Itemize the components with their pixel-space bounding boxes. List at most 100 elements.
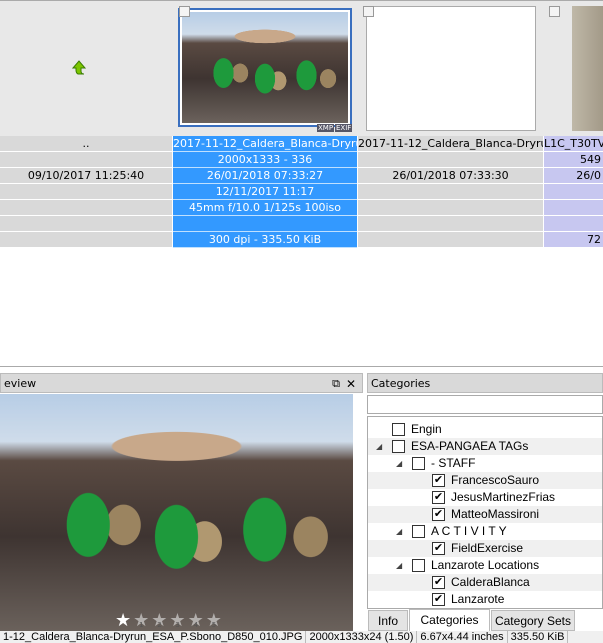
category-item[interactable]: ◢ - STAFF <box>368 455 602 472</box>
select-checkbox[interactable] <box>179 6 190 17</box>
file-info-cell <box>358 152 543 168</box>
category-label: Engin <box>411 422 442 436</box>
category-label: ESA-PANGAEA TAGs <box>411 439 529 453</box>
star-icon[interactable]: ★ 5 <box>206 612 222 630</box>
category-tree: Engin ◢ ESA-PANGAEA TAGs ◢ - STAFF ✔ Francesco… <box>367 416 603 609</box>
parent-folder-up-icon <box>71 60 87 75</box>
file-item[interactable]: L1C_T30TVK54926/0 72 <box>544 0 603 248</box>
category-checkbox[interactable]: ✔ <box>432 542 445 555</box>
status-filename: 1-12_Caldera_Blanca-Dryrun_ESA_P.Sbono_D… <box>0 631 307 643</box>
category-label: - STAFF <box>431 456 476 470</box>
star-icon[interactable]: ★ 1 <box>133 612 149 630</box>
star-icon[interactable]: ★ <box>115 612 131 630</box>
expand-arrow-icon[interactable]: ◢ <box>376 438 382 455</box>
select-checkbox[interactable] <box>549 6 560 17</box>
file-info-cell <box>0 216 172 232</box>
xmp-badge: XMP <box>317 124 335 132</box>
category-label: MatteoMassironi <box>451 507 540 521</box>
category-item[interactable]: ✔ FieldExercise <box>368 540 602 557</box>
xml-thumbnail <box>366 6 536 131</box>
file-info-cell <box>358 216 543 232</box>
float-panel-icon[interactable]: ⧉ <box>332 374 340 394</box>
category-item[interactable]: ✔ Lanzarote <box>368 591 602 608</box>
category-checkbox[interactable] <box>412 559 425 572</box>
category-item[interactable]: ◢ ESA-PANGAEA TAGs <box>368 438 602 455</box>
file-name: 2017-11-12_Caldera_Blanca-Dryru... <box>173 136 357 152</box>
file-item-selected[interactable]: XMP EXIF 2017-11-12_Caldera_Blanca-Dryru… <box>173 0 357 248</box>
expand-arrow-icon[interactable]: ◢ <box>396 557 402 574</box>
file-item[interactable]: 2017-11-12_Caldera_Blanca-Dryru... 26/01/… <box>358 0 543 248</box>
category-item[interactable]: ✔ MatteoMassironi <box>368 506 602 523</box>
tab-categories[interactable]: Categories <box>409 609 490 631</box>
category-checkbox[interactable]: ✔ <box>432 474 445 487</box>
file-info-cell <box>358 232 543 248</box>
expand-arrow-icon[interactable]: ◢ <box>396 455 402 472</box>
category-checkbox[interactable] <box>412 457 425 470</box>
file-info-cell: 26/01/2018 07:33:27 <box>173 168 357 184</box>
preview-panel: eview ⧉ ✕ ★ ★ 1 ★ 2 ★ 3 ★ 4 ★ 5 <box>0 366 363 632</box>
category-checkbox[interactable]: ✔ <box>432 491 445 504</box>
thumbnail-frame <box>178 8 352 127</box>
parent-folder-item[interactable]: .. 09/10/2017 11:25:40 <box>0 0 172 248</box>
file-info-cell: 26/01/2018 07:33:30 <box>358 168 543 184</box>
categories-header: Categories <box>367 373 603 393</box>
file-info-cell <box>358 184 543 200</box>
file-info-cell <box>0 152 172 168</box>
file-info-cell <box>544 200 603 216</box>
file-info-cell <box>358 200 543 216</box>
category-label: CalderaBlanca <box>451 575 530 589</box>
category-label: A C T I V I T Y <box>431 524 507 538</box>
thumbnail-image <box>182 12 348 123</box>
tab-info[interactable]: Info <box>368 610 408 631</box>
file-name: 2017-11-12_Caldera_Blanca-Dryru... <box>358 136 543 152</box>
category-search-input[interactable] <box>367 395 603 414</box>
thumbnail-image <box>572 6 603 131</box>
file-info-cell <box>173 216 357 232</box>
category-label: FrancescoSauro <box>451 473 540 487</box>
category-checkbox[interactable] <box>392 423 405 436</box>
category-item[interactable]: ◢ Lanzarote Locations <box>368 557 602 574</box>
star-icon[interactable]: ★ 3 <box>169 612 185 630</box>
status-dimensions: 2000x1333x24 (1.50) <box>306 631 418 643</box>
file-info-cell: 549 <box>544 152 603 168</box>
category-item[interactable]: Engin <box>368 421 602 438</box>
category-item[interactable]: ◢ A C T I V I T Y <box>368 523 602 540</box>
star-icon[interactable]: ★ 2 <box>151 612 167 630</box>
category-label: Lanzarote <box>451 592 505 606</box>
file-info-cell: 12/11/2017 11:17 <box>173 184 357 200</box>
rating-stars[interactable]: ★ ★ 1 ★ 2 ★ 3 ★ 4 ★ 5 <box>115 612 222 630</box>
category-checkbox[interactable]: ✔ <box>432 576 445 589</box>
category-checkbox[interactable] <box>392 440 405 453</box>
close-panel-icon[interactable]: ✕ <box>346 374 356 394</box>
preview-title: eview <box>4 377 37 390</box>
file-info-cell <box>0 184 172 200</box>
status-bar: 1-12_Caldera_Blanca-Dryrun_ESA_P.Sbono_D… <box>0 631 603 643</box>
file-info-cell: 72 <box>544 232 603 248</box>
preview-header: eview ⧉ ✕ <box>0 373 363 393</box>
file-info-cell <box>544 216 603 232</box>
file-info-cell <box>0 200 172 216</box>
category-item[interactable]: ✔ JesusMartinezFrias <box>368 489 602 506</box>
star-icon[interactable]: ★ 4 <box>188 612 204 630</box>
category-label: JesusMartinezFrias <box>451 490 556 504</box>
file-info-cell: 2000x1333 - 336 <box>173 152 357 168</box>
select-checkbox[interactable] <box>363 6 374 17</box>
category-label: Lanzarote Locations <box>431 558 540 572</box>
file-info-cell: 09/10/2017 11:25:40 <box>0 168 172 184</box>
category-item[interactable]: ✔ FrancescoSauro <box>368 472 602 489</box>
file-info-cell: 45mm f/10.0 1/125s 100iso <box>173 200 357 216</box>
file-info-cell: 300 dpi - 335.50 KiB <box>173 232 357 248</box>
expand-arrow-icon[interactable]: ◢ <box>396 523 402 540</box>
status-print-size: 6.67x4.44 inches <box>417 631 508 643</box>
category-item[interactable]: ✔ CalderaBlanca <box>368 574 602 591</box>
file-name: L1C_T30TVK <box>544 136 603 152</box>
file-info-cell <box>0 232 172 248</box>
category-checkbox[interactable]: ✔ <box>432 593 445 606</box>
exif-badge: EXIF <box>335 124 353 132</box>
category-checkbox[interactable] <box>412 525 425 538</box>
file-name: .. <box>0 136 172 152</box>
category-checkbox[interactable]: ✔ <box>432 508 445 521</box>
file-info-cell <box>544 184 603 200</box>
tab-category-sets[interactable]: Category Sets <box>491 610 575 631</box>
status-filesize: 335.50 KiB <box>507 631 569 643</box>
